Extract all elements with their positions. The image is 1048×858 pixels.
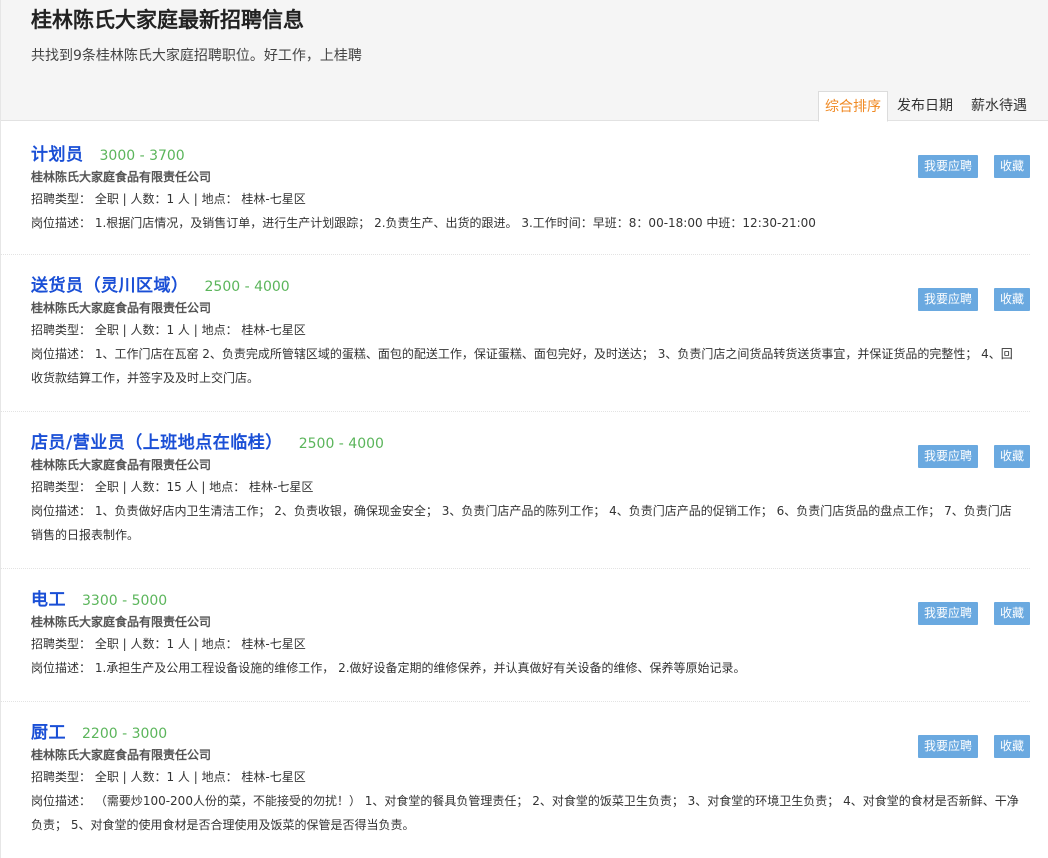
company-name: 桂林陈氏大家庭食品有限责任公司 xyxy=(31,615,212,629)
tab-sort-date[interactable]: 发布日期 xyxy=(888,91,962,121)
job-actions: 我要应聘 收藏 xyxy=(902,445,1030,468)
favorite-button[interactable]: 收藏 xyxy=(993,445,1030,468)
apply-button[interactable]: 我要应聘 xyxy=(917,735,978,758)
company-name: 桂林陈氏大家庭食品有限责任公司 xyxy=(31,170,212,184)
job-actions: 我要应聘 收藏 xyxy=(902,288,1030,311)
favorite-button[interactable]: 收藏 xyxy=(993,155,1030,178)
job-listing-page: 桂林陈氏大家庭最新招聘信息 共找到9条桂林陈氏大家庭招聘职位。好工作，上桂聘 综… xyxy=(0,0,1048,858)
apply-button[interactable]: 我要应聘 xyxy=(917,288,978,311)
company-name: 桂林陈氏大家庭食品有限责任公司 xyxy=(31,458,212,472)
job-item: 计划员 3000 - 3700 桂林陈氏大家庭食品有限责任公司 招聘类型： 全职… xyxy=(1,121,1030,255)
job-actions: 我要应聘 收藏 xyxy=(902,735,1030,758)
favorite-button[interactable]: 收藏 xyxy=(993,602,1030,625)
job-title-link[interactable]: 计划员 xyxy=(31,140,84,165)
job-title-link[interactable]: 厨工 xyxy=(31,718,66,743)
job-title-row: 电工 3300 - 5000 xyxy=(31,585,1030,611)
job-description: 岗位描述： （需要炒100-200人份的菜，不能接受的勿扰！） 1、对食堂的餐具… xyxy=(31,794,1019,832)
tab-sort-salary[interactable]: 薪水待遇 xyxy=(962,91,1036,121)
sort-tabs: 综合排序 发布日期 薪水待遇 xyxy=(818,91,1036,122)
job-actions: 我要应聘 收藏 xyxy=(902,602,1030,625)
job-meta: 招聘类型： 全职 | 人数：1 人 | 地点： 桂林-七星区 xyxy=(31,637,306,651)
job-meta: 招聘类型： 全职 | 人数：1 人 | 地点： 桂林-七星区 xyxy=(31,323,306,337)
job-actions: 我要应聘 收藏 xyxy=(902,155,1030,178)
job-title-row: 厨工 2200 - 3000 xyxy=(31,718,1030,744)
job-salary: 2500 - 4000 xyxy=(298,436,384,452)
page-title: 桂林陈氏大家庭最新招聘信息 xyxy=(31,8,304,32)
job-salary: 2200 - 3000 xyxy=(82,726,168,742)
job-title-row: 计划员 3000 - 3700 xyxy=(31,140,1030,166)
apply-button[interactable]: 我要应聘 xyxy=(917,445,978,468)
job-title-link[interactable]: 送货员（灵川区域） xyxy=(31,271,189,296)
job-description: 岗位描述： 1.根据门店情况，及销售订单，进行生产计划跟踪； 2.负责生产、出货… xyxy=(31,216,816,230)
company-name: 桂林陈氏大家庭食品有限责任公司 xyxy=(31,301,212,315)
job-meta: 招聘类型： 全职 | 人数：1 人 | 地点： 桂林-七星区 xyxy=(31,770,306,784)
job-title-row: 送货员（灵川区域） 2500 - 4000 xyxy=(31,271,1030,297)
tab-sort-overall[interactable]: 综合排序 xyxy=(818,91,888,122)
job-list: 计划员 3000 - 3700 桂林陈氏大家庭食品有限责任公司 招聘类型： 全职… xyxy=(1,121,1048,858)
apply-button[interactable]: 我要应聘 xyxy=(917,155,978,178)
company-name: 桂林陈氏大家庭食品有限责任公司 xyxy=(31,748,212,762)
job-title-link[interactable]: 店员/营业员（上班地点在临桂） xyxy=(31,428,283,453)
job-item: 送货员（灵川区域） 2500 - 4000 桂林陈氏大家庭食品有限责任公司 招聘… xyxy=(1,255,1030,412)
job-description: 岗位描述： 1.承担生产及公用工程设备设施的维修工作， 2.做好设备定期的维修保… xyxy=(31,661,746,675)
page-subtitle: 共找到9条桂林陈氏大家庭招聘职位。好工作，上桂聘 xyxy=(31,48,362,64)
job-salary: 3000 - 3700 xyxy=(99,148,185,164)
page-header: 桂林陈氏大家庭最新招聘信息 共找到9条桂林陈氏大家庭招聘职位。好工作，上桂聘 综… xyxy=(1,0,1048,122)
job-title-link[interactable]: 电工 xyxy=(31,585,66,610)
job-salary: 3300 - 5000 xyxy=(82,593,168,609)
favorite-button[interactable]: 收藏 xyxy=(993,288,1030,311)
favorite-button[interactable]: 收藏 xyxy=(993,735,1030,758)
job-salary: 2500 - 4000 xyxy=(204,279,290,295)
job-description: 岗位描述： 1、负责做好店内卫生清洁工作； 2、负责收银，确保现金安全； 3、负… xyxy=(31,504,1012,542)
job-description: 岗位描述： 1、工作门店在瓦窑 2、负责完成所管辖区域的蛋糕、面包的配送工作，保… xyxy=(31,347,1013,385)
apply-button[interactable]: 我要应聘 xyxy=(917,602,978,625)
job-item: 电工 3300 - 5000 桂林陈氏大家庭食品有限责任公司 招聘类型： 全职 … xyxy=(1,569,1030,702)
job-meta: 招聘类型： 全职 | 人数：15 人 | 地点： 桂林-七星区 xyxy=(31,480,314,494)
job-meta: 招聘类型： 全职 | 人数：1 人 | 地点： 桂林-七星区 xyxy=(31,192,306,206)
job-title-row: 店员/营业员（上班地点在临桂） 2500 - 4000 xyxy=(31,428,1030,454)
job-item: 店员/营业员（上班地点在临桂） 2500 - 4000 桂林陈氏大家庭食品有限责… xyxy=(1,412,1030,569)
job-item: 厨工 2200 - 3000 桂林陈氏大家庭食品有限责任公司 招聘类型： 全职 … xyxy=(1,702,1030,858)
